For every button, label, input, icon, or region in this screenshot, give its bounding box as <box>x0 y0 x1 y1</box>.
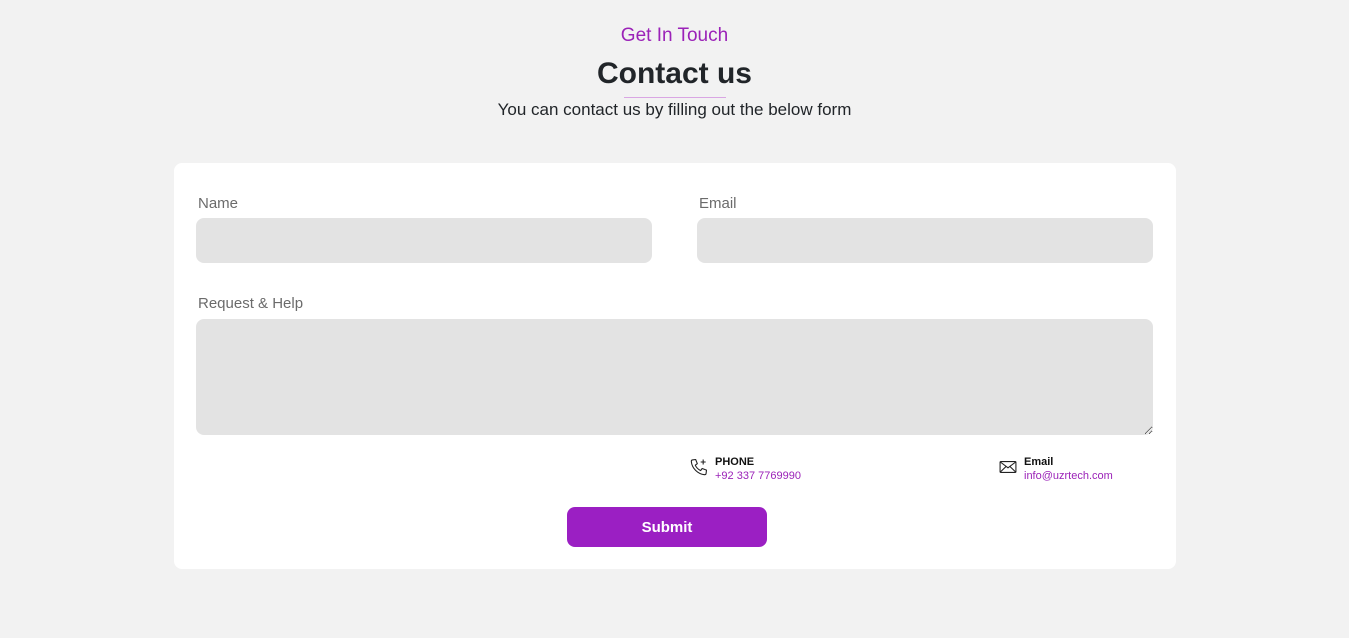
email-input[interactable] <box>697 218 1153 263</box>
page-subtitle: You can contact us by filling out the be… <box>497 100 852 119</box>
request-label: Request & Help <box>198 295 304 312</box>
eyebrow-text: Get In Touch <box>620 25 729 46</box>
phone-contact: PHONE +92 337 7769990 <box>689 455 801 483</box>
phone-label: PHONE <box>715 456 755 468</box>
phone-link[interactable]: +92 337 7769990 <box>715 469 801 483</box>
email-label: Email <box>699 195 737 212</box>
contact-form-card: Name Email Request & Help PHONE +92 337 … <box>174 163 1176 569</box>
email-link[interactable]: info@uzrtech.com <box>1024 469 1113 483</box>
name-label: Name <box>198 195 239 212</box>
title-underline <box>624 97 726 98</box>
phone-icon <box>690 458 708 476</box>
submit-button[interactable]: Submit <box>567 507 767 547</box>
email-contact-label: Email <box>1024 456 1054 468</box>
page-title: Contact us <box>596 57 752 90</box>
email-contact: Email info@uzrtech.com <box>998 455 1113 483</box>
envelope-icon <box>999 461 1017 473</box>
name-input[interactable] <box>196 218 652 263</box>
request-textarea[interactable] <box>196 319 1153 435</box>
